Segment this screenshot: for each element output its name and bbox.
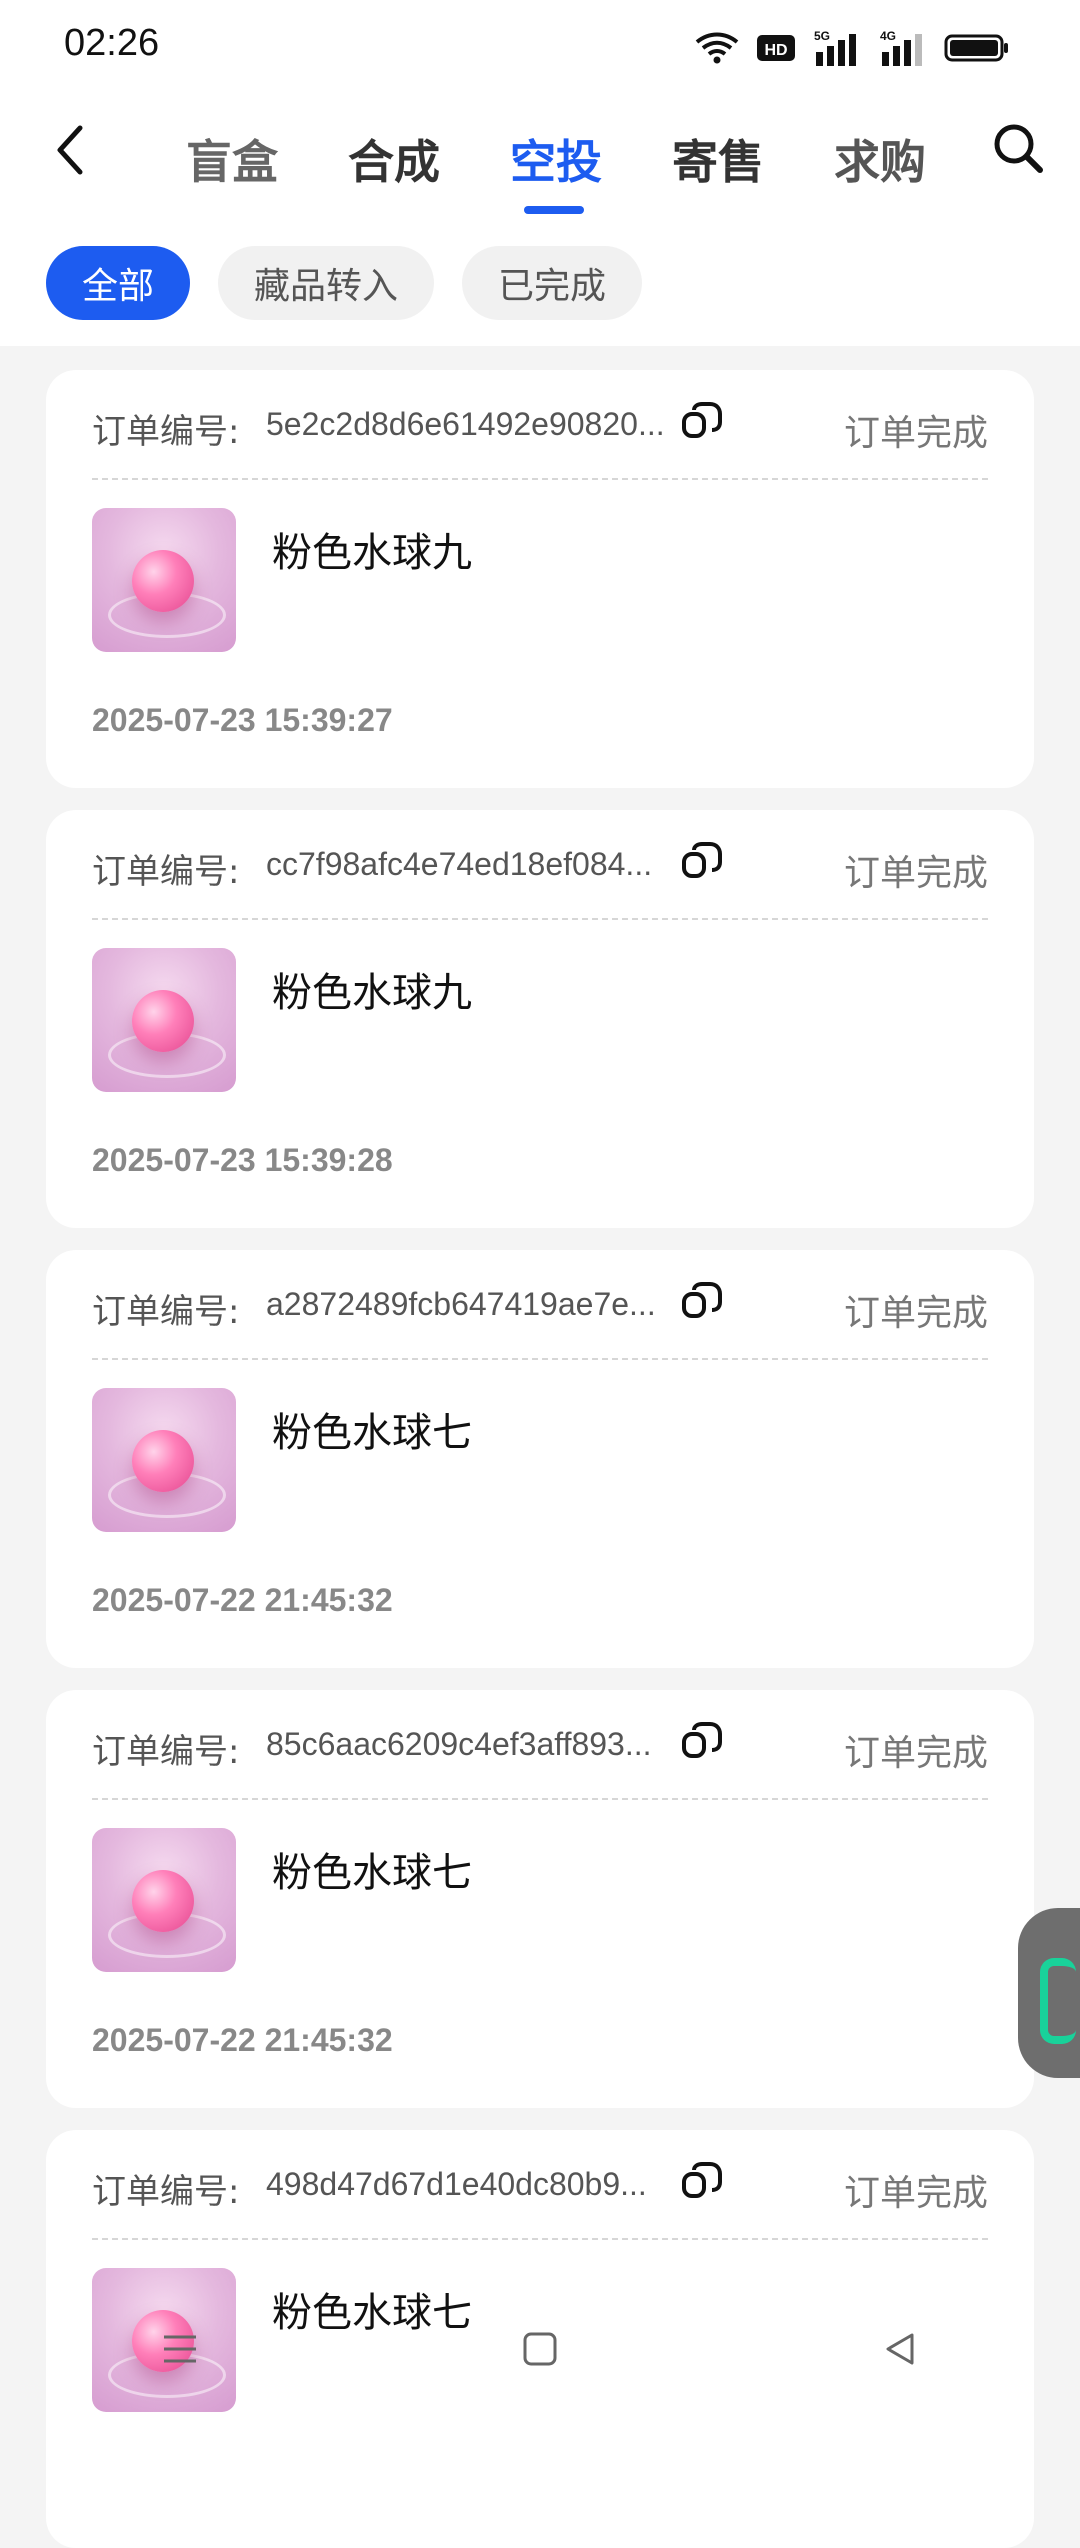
item-name: 粉色水球九 [272, 530, 472, 576]
pink-balloon-image [132, 550, 194, 612]
copy-icon[interactable] [680, 1280, 724, 1324]
assistant-icon [1040, 1958, 1076, 2044]
divider [92, 918, 988, 920]
divider [92, 1358, 988, 1360]
order-number: 498d47d67d1e40dc80b9... [266, 2166, 647, 2202]
copy-icon[interactable] [680, 2160, 724, 2204]
svg-text:HD: HD [764, 42, 787, 59]
status-bar: 02:26 HD 5G 4G [0, 0, 1080, 96]
order-number: 5e2c2d8d6e61492e90820... [266, 406, 665, 442]
back-triangle-icon [886, 2333, 914, 2365]
status-icons: HD 5G 4G [694, 24, 1010, 72]
order-status: 订单完成 [843, 2173, 988, 2214]
order-time: 2025-07-22 21:45:32 [92, 2022, 393, 2058]
order-card[interactable]: 订单编号: a2872489fcb647419ae7e... 订单完成 粉色水球… [46, 1250, 1034, 1668]
battery-icon [944, 34, 1008, 62]
tab-label: 空投 [510, 135, 602, 189]
pink-balloon-image [132, 1870, 194, 1932]
order-number-label: 订单编号: [92, 412, 240, 452]
order-number: 85c6aac6209c4ef3aff893... [266, 1726, 652, 1762]
order-number-label: 订单编号: [92, 2172, 240, 2212]
item-thumbnail [92, 948, 236, 1092]
divider [92, 478, 988, 480]
signal-5g-icon: 5G [814, 29, 856, 66]
floating-assistant-button[interactable] [1018, 1908, 1080, 2078]
divider [92, 2238, 988, 2240]
signal-4g-icon: 4G [880, 29, 922, 66]
order-number-label: 订单编号: [92, 852, 240, 892]
copy-icon[interactable] [680, 400, 724, 444]
item-name: 粉色水球七 [272, 1850, 472, 1896]
item-name: 粉色水球七 [272, 1410, 472, 1456]
search-icon[interactable] [990, 118, 1046, 180]
order-card[interactable]: 订单编号: 85c6aac6209c4ef3aff893... 订单完成 粉色水… [46, 1690, 1034, 2108]
order-status: 订单完成 [843, 413, 988, 454]
order-time: 2025-07-22 21:45:32 [92, 1582, 393, 1618]
order-card[interactable]: 订单编号: 5e2c2d8d6e61492e90820... 订单完成 粉色水球… [46, 370, 1034, 788]
order-time: 2025-07-23 15:39:27 [92, 702, 393, 738]
menu-nav-button[interactable] [140, 2309, 220, 2389]
item-thumbnail [92, 508, 236, 652]
system-nav-bar [0, 2290, 1080, 2408]
wifi-icon [695, 32, 739, 64]
tab-label: 寄售 [672, 135, 764, 189]
filter-all[interactable]: 全部 [46, 246, 191, 320]
order-status: 订单完成 [843, 1293, 988, 1334]
pink-balloon-image [132, 1430, 194, 1492]
tab-label: 盲盒 [186, 135, 278, 189]
back-arrow-icon[interactable] [48, 120, 96, 180]
active-tab-underline [524, 206, 584, 214]
tab-label: 求购 [834, 135, 926, 189]
filter-chips: 全部 藏品转入 已完成 [46, 246, 643, 320]
menu-icon [164, 2335, 196, 2363]
home-nav-button[interactable] [500, 2309, 580, 2389]
tab-synthesis[interactable]: 合成 [324, 104, 464, 214]
tab-label: 合成 [348, 135, 440, 189]
tab-airdrop[interactable]: 空投 [486, 104, 626, 214]
item-thumbnail [92, 1388, 236, 1532]
order-number-label: 订单编号: [92, 1732, 240, 1772]
order-card[interactable]: 订单编号: cc7f98afc4e74ed18ef084... 订单完成 粉色水… [46, 810, 1034, 1228]
pink-balloon-image [132, 990, 194, 1052]
item-thumbnail [92, 1828, 236, 1972]
order-status: 订单完成 [843, 1733, 988, 1774]
order-time: 2025-07-23 15:39:28 [92, 1142, 393, 1178]
order-number: a2872489fcb647419ae7e... [266, 1286, 656, 1322]
svg-text:4G: 4G [880, 29, 896, 43]
copy-icon[interactable] [680, 1720, 724, 1764]
tab-blind-box[interactable]: 盲盒 [162, 104, 302, 214]
hd-icon: HD [757, 35, 795, 61]
copy-icon[interactable] [680, 840, 724, 884]
back-nav-button[interactable] [860, 2309, 940, 2389]
home-square-icon [523, 2332, 557, 2366]
order-number-label: 订单编号: [92, 1292, 240, 1332]
top-bar: 盲盒 合成 空投 寄售 求购 全部 藏品转入 已完成 [0, 96, 1080, 346]
order-status: 订单完成 [843, 853, 988, 894]
order-number: cc7f98afc4e74ed18ef084... [266, 846, 653, 882]
tab-bar: 盲盒 合成 空投 寄售 求购 [140, 104, 990, 214]
filter-transfer-in[interactable]: 藏品转入 [218, 246, 435, 320]
tab-wanted[interactable]: 求购 [810, 104, 950, 214]
filter-completed[interactable]: 已完成 [462, 246, 643, 320]
item-name: 粉色水球九 [272, 970, 472, 1016]
status-time: 02:26 [64, 22, 160, 64]
tab-consign[interactable]: 寄售 [648, 104, 788, 214]
divider [92, 1798, 988, 1800]
svg-text:5G: 5G [814, 29, 830, 43]
